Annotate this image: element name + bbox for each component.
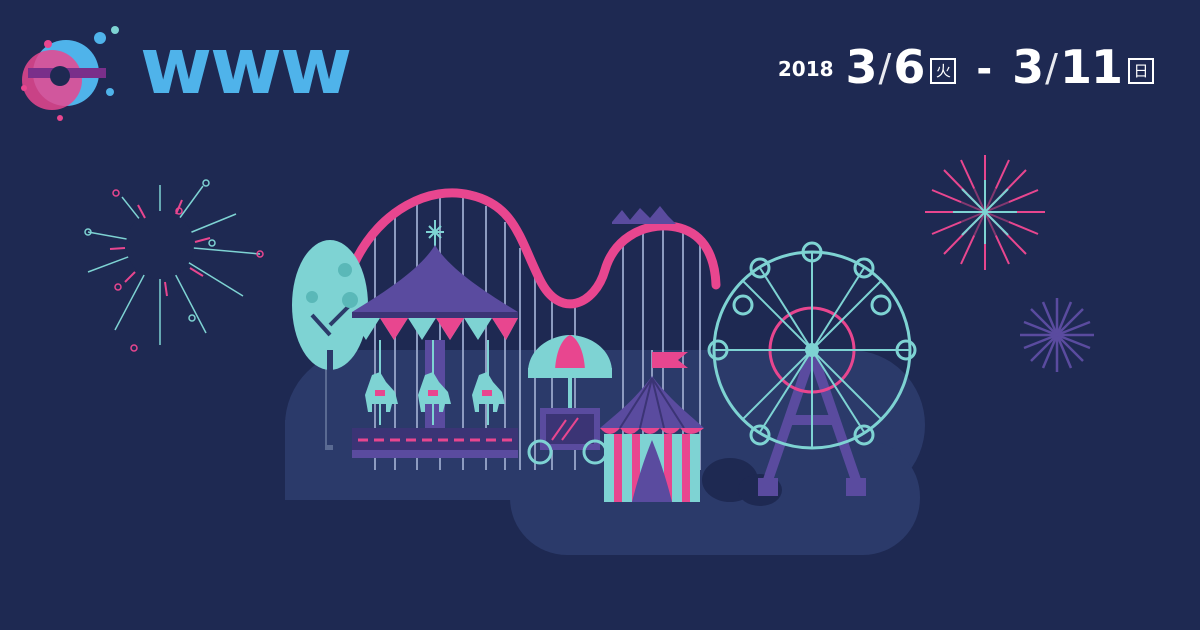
event-date-range: 2018 3 / 6 火 - 3 / 11 日 — [778, 40, 1154, 90]
hero-banner: www 2018 3 / 6 火 - 3 / 11 日 — [0, 0, 1200, 630]
end-month: 3 — [1012, 40, 1044, 94]
logo-icon — [21, 26, 119, 121]
event-year: 2018 — [777, 57, 834, 81]
firework-left — [84, 179, 264, 352]
start-day: 6 — [893, 40, 925, 94]
start-weekday-badge: 火 — [930, 58, 957, 84]
firework-right-small — [1020, 298, 1094, 372]
firework-right-large — [925, 155, 1045, 270]
end-day: 11 — [1059, 40, 1123, 94]
start-month: 3 — [845, 40, 878, 94]
date-slash-start: / — [878, 46, 892, 91]
brand-wordmark: www — [140, 22, 352, 112]
date-range-separator: - — [976, 47, 993, 91]
end-weekday-badge: 日 — [1128, 58, 1154, 84]
coaster-car — [612, 206, 676, 224]
date-slash-end: / — [1045, 46, 1058, 91]
